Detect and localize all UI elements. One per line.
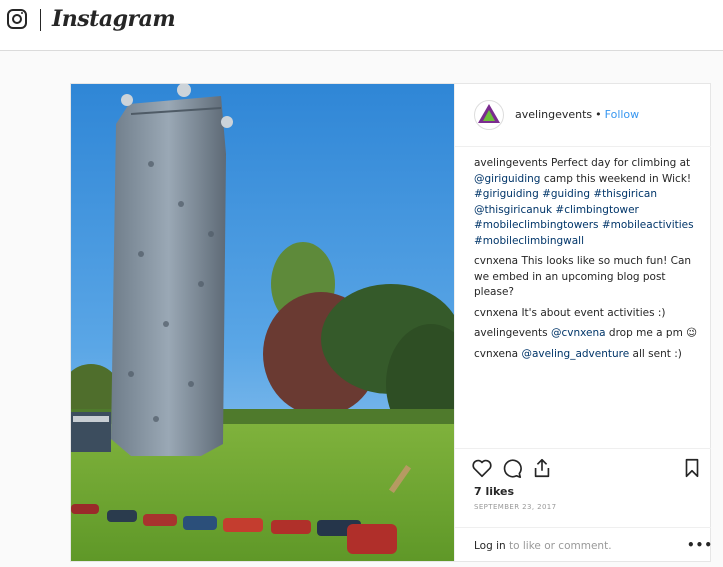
comment-username[interactable]: avelingevents	[474, 327, 548, 339]
caption-text-2: camp this weekend in Wick!	[543, 172, 692, 185]
post-date[interactable]: SEPTEMBER 23, 2017	[474, 503, 557, 511]
login-prompt: Log in to like or comment.	[474, 540, 612, 552]
climbing-tower-photo	[71, 84, 454, 561]
more-icon[interactable]: •••	[687, 538, 713, 552]
post-username-row: avelingevents • Follow	[515, 108, 639, 121]
caption-hashtags-4[interactable]: #mobileclimbingwall	[474, 235, 584, 247]
post-card: avelingevents • Follow avelingevents Perfe…	[70, 83, 713, 562]
comments-list: avelingevents Perfect day for climbing a…	[474, 156, 702, 367]
instagram-glyph-icon[interactable]	[7, 9, 27, 29]
comment: avelingevents @cvnxena drop me a pm 😉	[474, 326, 702, 342]
bookmark-icon[interactable]	[681, 457, 703, 479]
avatar[interactable]	[474, 100, 504, 130]
comment-mention[interactable]: @cvnxena	[551, 327, 606, 339]
login-text: to like or comment.	[509, 540, 612, 552]
comment-username[interactable]: cvnxena	[474, 255, 518, 267]
post-actions: 7 likes SEPTEMBER 23, 2017 Log in to lik…	[455, 448, 713, 562]
comment-icon[interactable]	[501, 457, 523, 479]
post-header: avelingevents • Follow	[455, 84, 711, 147]
comment: cvnxena @aveling_adventure all sent :)	[474, 347, 702, 363]
post-photo[interactable]	[71, 84, 454, 561]
caption-hashtags-2[interactable]: @thisgiricanuk #climbingtower	[474, 204, 639, 216]
comment: cvnxena This looks like so much fun! Can…	[474, 254, 702, 301]
caption-text: Perfect day for climbing at	[550, 157, 691, 169]
likes-count[interactable]: 7 likes	[474, 485, 514, 498]
login-bar: Log in to like or comment. •••	[455, 527, 713, 562]
post-username[interactable]: avelingevents	[515, 108, 592, 121]
caption: avelingevents Perfect day for climbing a…	[474, 156, 702, 249]
comment-text: drop me a pm 😉	[608, 327, 698, 339]
login-link[interactable]: Log in	[474, 540, 506, 552]
comment-username[interactable]: cvnxena	[474, 307, 518, 319]
caption-username[interactable]: avelingevents	[474, 157, 548, 169]
share-icon[interactable]	[531, 457, 553, 479]
follow-button[interactable]: Follow	[605, 108, 640, 121]
top-bar: Instagram	[0, 0, 723, 51]
instagram-wordmark[interactable]: Instagram	[52, 6, 176, 32]
comment-text: It's about event activities :)	[521, 306, 666, 319]
comment: cvnxena It's about event activities :)	[474, 306, 702, 322]
post-sidebar: avelingevents • Follow avelingevents Perfe…	[454, 84, 713, 562]
trefoil-logo-icon	[478, 104, 500, 123]
caption-mention[interactable]: @giriguiding	[474, 173, 540, 185]
heart-icon[interactable]	[471, 457, 493, 479]
comment-text: all sent :)	[632, 347, 682, 360]
caption-hashtags-3[interactable]: #mobileclimbingtowers #mobileactivities	[474, 219, 694, 231]
comment-username[interactable]: cvnxena	[474, 348, 518, 360]
caption-hashtags-1[interactable]: #giriguiding #guiding #thisgirican	[474, 188, 657, 200]
separator: •	[595, 108, 602, 121]
header-divider	[40, 9, 41, 31]
comment-mention[interactable]: @aveling_adventure	[521, 348, 629, 360]
